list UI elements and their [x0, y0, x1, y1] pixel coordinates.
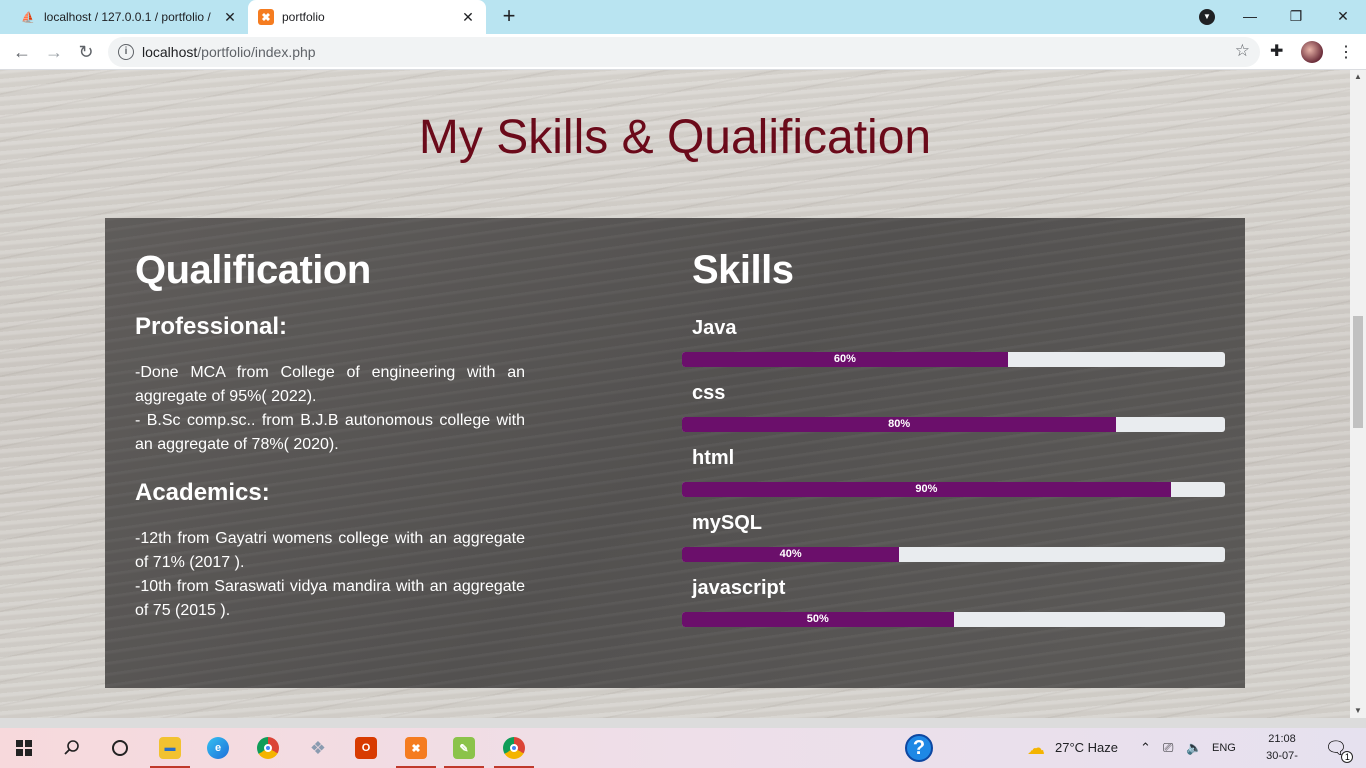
browser-toolbar: ← → ↻ i localhost/portfolio/index.php ☆ … [0, 34, 1366, 70]
browser-tab-strip: ⛵ localhost / 127.0.0.1 / portfolio / ✕ … [0, 0, 1366, 34]
reload-icon[interactable]: ↻ [72, 38, 100, 66]
progress-track: 40% [682, 547, 1225, 562]
progress-track: 80% [682, 417, 1225, 432]
skill-java: Java 60% [682, 317, 1225, 382]
minimize-button[interactable]: — [1227, 0, 1273, 34]
xampp-icon: ✖ [258, 9, 274, 25]
skill-css: css 80% [682, 382, 1225, 447]
profile-avatar[interactable] [1301, 41, 1323, 63]
search-icon[interactable] [48, 728, 96, 768]
page-title: My Skills & Qualification [418, 111, 932, 164]
clock[interactable]: 21:08 30-07-2021 [1256, 731, 1308, 768]
professional-text: -Done MCA from College of engineering wi… [135, 361, 525, 457]
tab-title: localhost / 127.0.0.1 / portfolio / [44, 10, 211, 24]
progress-fill: 90% [682, 482, 1171, 497]
close-tab-icon[interactable]: ✕ [218, 9, 242, 26]
skill-name: mySQL [692, 512, 763, 534]
volume-icon[interactable]: 🔈 [1186, 728, 1202, 768]
close-window-button[interactable]: ✕ [1320, 0, 1366, 34]
tab-search-icon[interactable]: ▼ [1199, 9, 1215, 25]
professional-line: - B.Sc comp.sc.. from B.J.B autonomous c… [135, 412, 525, 453]
show-hidden-icons-chevron-icon[interactable]: ⌃ [1140, 728, 1151, 768]
forward-arrow-icon[interactable]: → [40, 38, 68, 66]
scroll-down-arrow-icon[interactable]: ▼ [1353, 706, 1363, 715]
url-text[interactable]: localhost/portfolio/index.php [142, 44, 316, 60]
progress-track: 50% [682, 612, 1225, 627]
qualification-column: Qualification Professional: -Done MCA fr… [135, 248, 525, 645]
url-path: /portfolio/index.php [197, 44, 316, 60]
professional-line: -Done MCA from College of engineering wi… [135, 364, 525, 405]
edge-icon[interactable]: e [194, 728, 242, 768]
academics-heading: Academics: [135, 479, 270, 506]
scrollbar-thumb[interactable] [1353, 316, 1363, 428]
language-indicator[interactable]: ENG [1212, 728, 1236, 768]
qualification-heading: Qualification [135, 248, 371, 292]
page-scrollbar[interactable]: ▲ ▼ [1350, 70, 1366, 718]
weather-haze-icon[interactable]: ☁ [1012, 728, 1060, 768]
windows-start-icon[interactable] [0, 728, 48, 768]
chrome-profile-icon[interactable] [490, 728, 538, 768]
address-bar[interactable]: i localhost/portfolio/index.php ☆ [108, 37, 1260, 67]
academics-text: -12th from Gayatri womens college with a… [135, 527, 525, 623]
skills-qualification-panel: Qualification Professional: -Done MCA fr… [105, 218, 1245, 688]
dropbox-icon[interactable]: ❖ [294, 728, 342, 768]
tab-title: portfolio [282, 10, 325, 24]
notifications-icon[interactable]: 🗨 1 [1316, 728, 1356, 768]
url-host: localhost [142, 44, 198, 60]
tab-portfolio[interactable]: ✖ portfolio ✕ [248, 0, 486, 34]
skill-javascript: javascript 50% [682, 577, 1225, 642]
progress-fill: 50% [682, 612, 954, 627]
windows-taskbar: ▬ e ❖ O ✖ ✎ ? ☁ 27°C Haze ⌃ ⎚ 🔈 ENG 21:0… [0, 728, 1366, 768]
notepad-icon[interactable]: ✎ [440, 728, 488, 768]
skill-name: html [692, 447, 735, 469]
notification-count: 1 [1341, 750, 1354, 763]
skill-name: css [692, 382, 726, 404]
skills-heading: Skills [692, 248, 794, 292]
menu-kebab-icon[interactable]: ⋮ [1338, 42, 1354, 62]
bookmark-star-icon[interactable]: ☆ [1235, 41, 1250, 61]
page-viewport: My Skills & Qualification Qualification … [0, 70, 1350, 718]
help-icon[interactable]: ? [895, 728, 943, 768]
restore-button[interactable]: ❐ [1273, 0, 1319, 34]
tab-phpmyadmin[interactable]: ⛵ localhost / 127.0.0.1 / portfolio / ✕ [8, 0, 248, 34]
chrome-icon[interactable] [244, 728, 292, 768]
progress-fill: 60% [682, 352, 1008, 367]
skill-html: html 90% [682, 447, 1225, 512]
skill-name: javascript [692, 577, 786, 599]
skills-column: Skills Java 60% css 80% html 90% mySQL 4… [682, 248, 1225, 642]
file-explorer-icon[interactable]: ▬ [146, 728, 194, 768]
scroll-up-arrow-icon[interactable]: ▲ [1353, 72, 1363, 81]
progress-fill: 40% [682, 547, 900, 562]
clock-time: 21:08 [1268, 733, 1296, 745]
progress-track: 60% [682, 352, 1225, 367]
academics-line: -10th from Saraswati vidya mandira with … [135, 578, 525, 619]
skill-name: Java [692, 317, 737, 339]
progress-track: 90% [682, 482, 1225, 497]
progress-fill: 80% [682, 417, 1117, 432]
new-tab-button[interactable]: + [496, 4, 522, 30]
back-arrow-icon[interactable]: ← [8, 38, 36, 66]
phpmyadmin-icon: ⛵ [21, 11, 35, 24]
task-view-icon[interactable] [96, 728, 144, 768]
academics-line: -12th from Gayatri womens college with a… [135, 530, 525, 571]
skill-mysql: mySQL 40% [682, 512, 1225, 577]
site-info-icon[interactable]: i [118, 44, 134, 60]
office-icon[interactable]: O [342, 728, 390, 768]
professional-heading: Professional: [135, 313, 288, 340]
clock-date: 30-07-2021 [1266, 750, 1298, 768]
weather-text[interactable]: 27°C Haze [1055, 728, 1118, 768]
xampp-taskbar-icon[interactable]: ✖ [392, 728, 440, 768]
network-icon[interactable]: ⎚ [1163, 728, 1173, 768]
close-tab-icon[interactable]: ✕ [456, 9, 480, 26]
extensions-puzzle-icon[interactable]: ✚ [1270, 41, 1283, 61]
